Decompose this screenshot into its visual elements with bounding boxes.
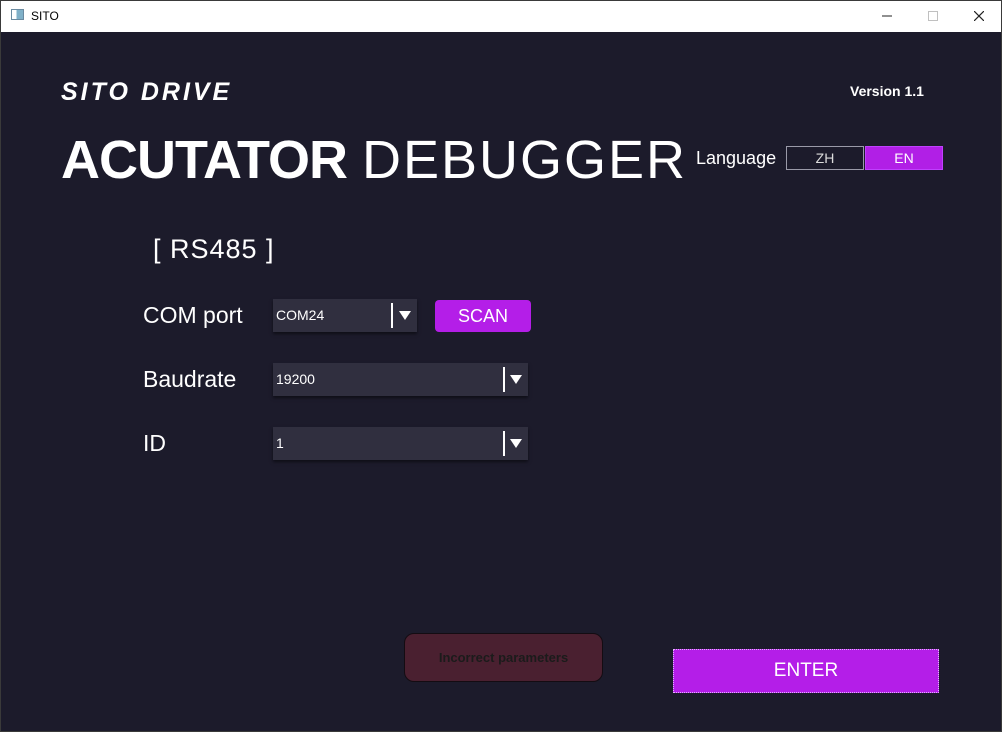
brand-logo: SITO DRIVE [61,78,233,106]
app-window-icon [11,9,24,20]
select-divider [503,367,505,392]
com-port-value: COM24 [276,307,325,323]
headline-light: DEBUGGER [361,130,688,190]
error-message: Incorrect parameters [404,633,603,682]
id-label: ID [143,430,166,456]
com-port-label: COM port [143,302,243,328]
baudrate-value: 19200 [276,371,315,387]
baudrate-select[interactable]: 19200 [273,363,528,396]
triangle-down-icon[interactable] [510,375,522,384]
window-title: SITO [31,9,59,23]
language-label: Language [696,148,777,168]
enter-button[interactable]: ENTER [673,649,939,693]
com-port-select[interactable]: COM24 [273,299,417,332]
scan-button[interactable]: SCAN [435,300,531,332]
select-divider [503,431,505,456]
triangle-down-icon[interactable] [510,439,522,448]
triangle-down-icon[interactable] [399,311,411,320]
id-value: 1 [276,435,284,451]
minimize-icon [882,15,892,17]
headline-strong: ACUTATOR [61,130,348,190]
baudrate-label: Baudrate [143,366,237,392]
version-label: Version 1.1 [850,83,924,99]
close-icon [974,11,984,21]
close-button[interactable] [956,1,1002,32]
id-select[interactable]: 1 [273,427,528,460]
interface-section-title: [ RS485 ] [153,234,275,264]
select-divider [391,303,393,328]
app-window: SITO SITO DRIVE Version 1.1 ACUTATOR DEB… [0,0,1002,732]
language-en-button[interactable]: EN [865,146,943,170]
minimize-button[interactable] [864,1,910,32]
title-bar[interactable]: SITO [1,1,1001,32]
maximize-icon [928,11,938,21]
maximize-button[interactable] [910,1,956,32]
language-zh-button[interactable]: ZH [786,146,864,170]
app-headline: ACUTATOR DEBUGGER [61,129,687,191]
